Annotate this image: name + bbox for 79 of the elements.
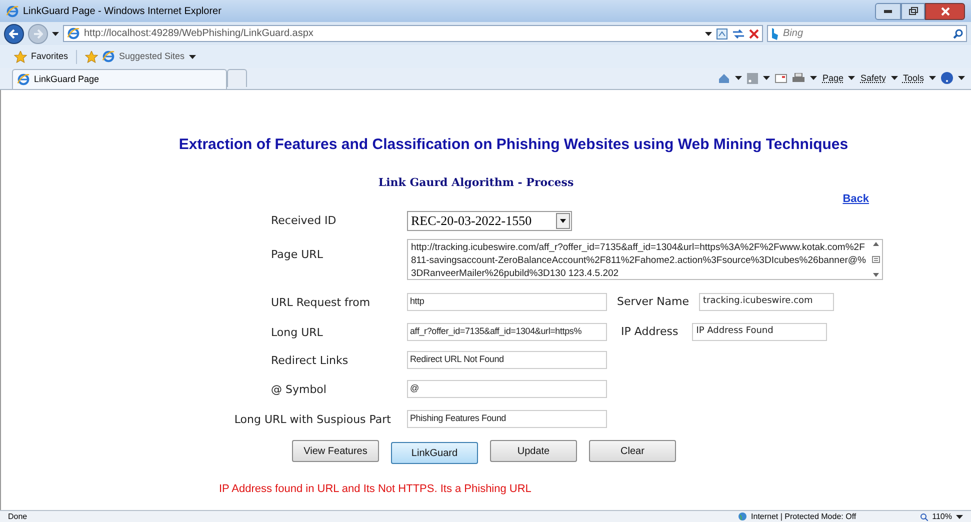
scroll-grip-icon[interactable] [872,256,880,263]
form-button[interactable]: LinkGuard [391,442,478,464]
page-heading: Extraction of Features and Classification on Phishing Websites using Web Mining Techniques [178,136,848,153]
scroll-up-icon[interactable] [873,242,879,246]
caret-icon[interactable] [956,514,963,518]
error-message: IP Address found in URL and Its Not HTTPS. Its a Phishing URL [219,483,532,495]
address-field[interactable]: http://localhost:49289/WebPhishing/LinkGuard.aspx [63,25,763,42]
field-label: Long URL [271,325,324,341]
printer-icon[interactable] [792,72,806,84]
command-menu[interactable]: Safety [860,72,886,85]
globe-icon [738,512,748,521]
page-url-textarea[interactable]: http://tracking.icubeswire.com/aff_r?offer_id=7135&aff_id=1304&url=https%3A%2F%2Fwww.kotak.com%2F811-savingsaccount-ZeroBalanceAccount%2F811%2Fahome2.action%3Fsource%3DIcubes%26banner@%3DRanveerMailer%26pubild%3D130 123.4.5.202 [407,239,883,280]
left-arrow-icon [9,28,19,38]
field-label: Received ID [271,213,338,229]
maximize-button[interactable] [901,2,925,20]
close-button[interactable] [925,2,965,20]
field-label: Redirect Links [271,353,350,369]
back-link[interactable]: Back [842,190,869,207]
right-arrow-icon [33,28,43,38]
field-label: Server Name [617,294,690,310]
field-label: Page URL [271,247,324,263]
ie-logo-icon [17,73,30,86]
minimize-button[interactable] [875,2,901,20]
caret-icon[interactable] [735,76,742,80]
security-zone: Internet | Protected Mode: Off [751,510,856,522]
search-icon[interactable] [953,28,963,38]
ie-logo-icon [6,4,19,18]
status-text: Done [8,510,28,522]
ie-logo-icon [102,50,116,63]
text-input[interactable]: aff_r?offer_id=7135&aff_id=1304&url=https% [407,323,607,341]
form-button[interactable]: Update [490,440,577,462]
refresh-icon[interactable] [732,28,745,40]
text-input[interactable]: tracking.icubeswire.com [699,293,834,311]
browser-tab[interactable]: LinkGuard Page [12,69,227,89]
favorites-button[interactable]: Favorites [31,50,68,64]
received-id-dropdown[interactable]: REC-20-03-2022-1550 [407,211,572,231]
page-subheading: Link Gaurd Algorithm - Process [378,176,574,188]
text-input[interactable]: Redirect URL Not Found [407,351,607,369]
search-placeholder: Bing [783,27,804,41]
caret-icon[interactable] [810,76,818,80]
text-input[interactable]: http [407,293,607,311]
caret-icon[interactable] [52,32,59,36]
add-favorite-icon[interactable] [85,50,98,62]
text-input[interactable]: IP Address Found [692,323,828,341]
stop-icon[interactable] [749,28,759,38]
caret-icon[interactable] [929,76,936,80]
minimize-icon [884,10,892,12]
text-input[interactable]: Phishing Features Found [407,410,607,428]
zoom-level[interactable]: 110% [932,510,952,522]
restore-icon [908,7,918,15]
ie-logo-icon [67,27,80,40]
back-button[interactable] [4,24,24,44]
field-label: Long URL with Suspious Part [234,412,391,428]
caret-icon[interactable] [848,76,856,80]
field-label: URL Request from [271,295,372,311]
address-text: http://localhost:49289/WebPhishing/LinkGuard.aspx [84,27,314,41]
search-field[interactable]: Bing [767,25,967,42]
caret-icon[interactable] [958,76,965,80]
form-button[interactable]: Clear [589,440,676,462]
caret-icon[interactable] [705,32,712,36]
mail-icon[interactable] [775,74,788,83]
text-input[interactable]: @ [407,380,607,398]
zoom-icon[interactable] [920,512,928,520]
star-icon[interactable] [14,50,27,62]
command-menu[interactable]: Page [822,72,844,85]
close-icon [940,6,950,16]
caret-icon[interactable] [763,76,770,80]
field-label: @ Symbol [271,382,328,398]
suggested-sites-button[interactable]: Suggested Sites [119,50,185,64]
command-menu[interactable]: Tools [902,72,924,85]
window-title: LinkGuard Page - Windows Internet Explorer [23,4,222,18]
scroll-down-icon[interactable] [873,273,879,277]
field-label: IP Address [621,324,678,340]
bing-logo-icon [771,28,779,40]
scrollbar[interactable] [870,240,882,279]
caret-icon[interactable] [890,76,898,80]
home-icon[interactable] [718,72,730,84]
form-button[interactable]: View Features [292,440,379,462]
caret-icon[interactable] [188,54,196,58]
